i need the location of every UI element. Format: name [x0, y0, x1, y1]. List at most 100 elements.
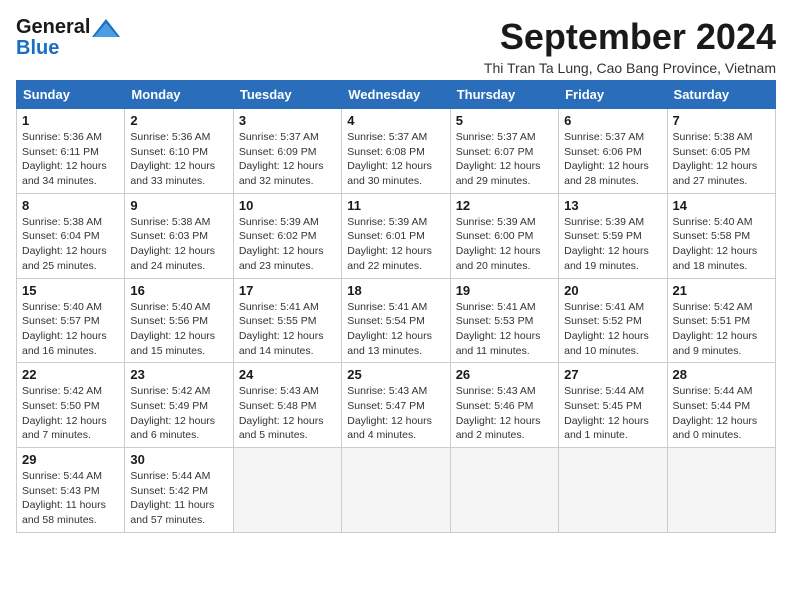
- day-info: Sunrise: 5:44 AMSunset: 5:42 PMDaylight:…: [130, 469, 227, 528]
- day-info: Sunrise: 5:39 AMSunset: 6:02 PMDaylight:…: [239, 215, 336, 274]
- table-row: 12 Sunrise: 5:39 AMSunset: 6:00 PMDayligh…: [450, 193, 558, 278]
- day-info: Sunrise: 5:44 AMSunset: 5:45 PMDaylight:…: [564, 384, 661, 443]
- day-info: Sunrise: 5:43 AMSunset: 5:46 PMDaylight:…: [456, 384, 553, 443]
- col-saturday: Saturday: [667, 81, 775, 109]
- table-row: 8 Sunrise: 5:38 AMSunset: 6:04 PMDaylight…: [17, 193, 125, 278]
- day-info: Sunrise: 5:38 AMSunset: 6:05 PMDaylight:…: [673, 130, 770, 189]
- day-number: 15: [22, 283, 119, 298]
- day-info: Sunrise: 5:39 AMSunset: 6:00 PMDaylight:…: [456, 215, 553, 274]
- day-number: 16: [130, 283, 227, 298]
- calendar-week-2: 8 Sunrise: 5:38 AMSunset: 6:04 PMDaylight…: [17, 193, 776, 278]
- logo-general: General: [16, 16, 90, 39]
- day-number: 9: [130, 198, 227, 213]
- day-info: Sunrise: 5:44 AMSunset: 5:44 PMDaylight:…: [673, 384, 770, 443]
- day-number: 2: [130, 113, 227, 128]
- month-title: September 2024: [484, 16, 776, 58]
- table-row: 10 Sunrise: 5:39 AMSunset: 6:02 PMDayligh…: [233, 193, 341, 278]
- table-row: 14 Sunrise: 5:40 AMSunset: 5:58 PMDayligh…: [667, 193, 775, 278]
- day-info: Sunrise: 5:41 AMSunset: 5:54 PMDaylight:…: [347, 300, 444, 359]
- day-info: Sunrise: 5:37 AMSunset: 6:09 PMDaylight:…: [239, 130, 336, 189]
- day-info: Sunrise: 5:39 AMSunset: 5:59 PMDaylight:…: [564, 215, 661, 274]
- day-info: Sunrise: 5:36 AMSunset: 6:11 PMDaylight:…: [22, 130, 119, 189]
- table-row: 4 Sunrise: 5:37 AMSunset: 6:08 PMDaylight…: [342, 109, 450, 194]
- table-row: 28 Sunrise: 5:44 AMSunset: 5:44 PMDayligh…: [667, 363, 775, 448]
- day-info: Sunrise: 5:40 AMSunset: 5:58 PMDaylight:…: [673, 215, 770, 274]
- table-row: [233, 448, 341, 533]
- table-row: 1 Sunrise: 5:36 AMSunset: 6:11 PMDaylight…: [17, 109, 125, 194]
- day-number: 25: [347, 367, 444, 382]
- table-row: 7 Sunrise: 5:38 AMSunset: 6:05 PMDaylight…: [667, 109, 775, 194]
- day-info: Sunrise: 5:42 AMSunset: 5:50 PMDaylight:…: [22, 384, 119, 443]
- table-row: 11 Sunrise: 5:39 AMSunset: 6:01 PMDayligh…: [342, 193, 450, 278]
- day-number: 5: [456, 113, 553, 128]
- day-info: Sunrise: 5:41 AMSunset: 5:55 PMDaylight:…: [239, 300, 336, 359]
- table-row: 22 Sunrise: 5:42 AMSunset: 5:50 PMDayligh…: [17, 363, 125, 448]
- day-number: 28: [673, 367, 770, 382]
- day-info: Sunrise: 5:36 AMSunset: 6:10 PMDaylight:…: [130, 130, 227, 189]
- col-thursday: Thursday: [450, 81, 558, 109]
- day-info: Sunrise: 5:37 AMSunset: 6:07 PMDaylight:…: [456, 130, 553, 189]
- day-info: Sunrise: 5:43 AMSunset: 5:47 PMDaylight:…: [347, 384, 444, 443]
- day-info: Sunrise: 5:40 AMSunset: 5:57 PMDaylight:…: [22, 300, 119, 359]
- day-info: Sunrise: 5:39 AMSunset: 6:01 PMDaylight:…: [347, 215, 444, 274]
- table-row: [342, 448, 450, 533]
- day-info: Sunrise: 5:37 AMSunset: 6:08 PMDaylight:…: [347, 130, 444, 189]
- day-info: Sunrise: 5:43 AMSunset: 5:48 PMDaylight:…: [239, 384, 336, 443]
- col-wednesday: Wednesday: [342, 81, 450, 109]
- table-row: 23 Sunrise: 5:42 AMSunset: 5:49 PMDayligh…: [125, 363, 233, 448]
- day-info: Sunrise: 5:41 AMSunset: 5:52 PMDaylight:…: [564, 300, 661, 359]
- calendar-week-3: 15 Sunrise: 5:40 AMSunset: 5:57 PMDayligh…: [17, 278, 776, 363]
- calendar-week-5: 29Sunrise: 5:44 AMSunset: 5:43 PMDayligh…: [17, 448, 776, 533]
- col-friday: Friday: [559, 81, 667, 109]
- day-number: 14: [673, 198, 770, 213]
- table-row: 6Sunrise: 5:37 AMSunset: 6:06 PMDaylight…: [559, 109, 667, 194]
- day-number: 27: [564, 367, 661, 382]
- table-row: 27 Sunrise: 5:44 AMSunset: 5:45 PMDayligh…: [559, 363, 667, 448]
- table-row: 5 Sunrise: 5:37 AMSunset: 6:07 PMDaylight…: [450, 109, 558, 194]
- table-row: 18 Sunrise: 5:41 AMSunset: 5:54 PMDayligh…: [342, 278, 450, 363]
- table-row: 25 Sunrise: 5:43 AMSunset: 5:47 PMDayligh…: [342, 363, 450, 448]
- table-row: 26 Sunrise: 5:43 AMSunset: 5:46 PMDayligh…: [450, 363, 558, 448]
- day-info: Sunrise: 5:42 AMSunset: 5:49 PMDaylight:…: [130, 384, 227, 443]
- day-number: 11: [347, 198, 444, 213]
- day-info: Sunrise: 5:37 AMSunset: 6:06 PMDaylight:…: [564, 130, 661, 189]
- calendar-week-4: 22 Sunrise: 5:42 AMSunset: 5:50 PMDayligh…: [17, 363, 776, 448]
- day-number: 7: [673, 113, 770, 128]
- day-info: Sunrise: 5:41 AMSunset: 5:53 PMDaylight:…: [456, 300, 553, 359]
- day-info: Sunrise: 5:40 AMSunset: 5:56 PMDaylight:…: [130, 300, 227, 359]
- table-row: [559, 448, 667, 533]
- day-number: 30: [130, 452, 227, 467]
- logo-icon: [92, 19, 120, 37]
- day-number: 18: [347, 283, 444, 298]
- day-number: 20: [564, 283, 661, 298]
- subtitle: Thi Tran Ta Lung, Cao Bang Province, Vie…: [484, 60, 776, 76]
- title-block: September 2024 Thi Tran Ta Lung, Cao Ban…: [484, 16, 776, 76]
- table-row: 9 Sunrise: 5:38 AMSunset: 6:03 PMDaylight…: [125, 193, 233, 278]
- day-number: 17: [239, 283, 336, 298]
- col-monday: Monday: [125, 81, 233, 109]
- day-number: 21: [673, 283, 770, 298]
- table-row: [450, 448, 558, 533]
- day-number: 10: [239, 198, 336, 213]
- day-info: Sunrise: 5:44 AMSunset: 5:43 PMDaylight:…: [22, 469, 119, 528]
- day-number: 4: [347, 113, 444, 128]
- table-row: 24 Sunrise: 5:43 AMSunset: 5:48 PMDayligh…: [233, 363, 341, 448]
- logo: General Blue: [16, 16, 122, 60]
- calendar-header-row: Sunday Monday Tuesday Wednesday Thursday…: [17, 81, 776, 109]
- table-row: 20 Sunrise: 5:41 AMSunset: 5:52 PMDayligh…: [559, 278, 667, 363]
- day-info: Sunrise: 5:38 AMSunset: 6:04 PMDaylight:…: [22, 215, 119, 274]
- day-number: 22: [22, 367, 119, 382]
- page-header: General Blue September 2024 Thi Tran Ta …: [16, 16, 776, 76]
- calendar-table: Sunday Monday Tuesday Wednesday Thursday…: [16, 80, 776, 533]
- day-number: 1: [22, 113, 119, 128]
- day-number: 24: [239, 367, 336, 382]
- col-sunday: Sunday: [17, 81, 125, 109]
- day-number: 8: [22, 198, 119, 213]
- day-number: 13: [564, 198, 661, 213]
- table-row: 13 Sunrise: 5:39 AMSunset: 5:59 PMDayligh…: [559, 193, 667, 278]
- day-number: 12: [456, 198, 553, 213]
- day-number: 23: [130, 367, 227, 382]
- day-number: 26: [456, 367, 553, 382]
- day-info: Sunrise: 5:38 AMSunset: 6:03 PMDaylight:…: [130, 215, 227, 274]
- table-row: 16 Sunrise: 5:40 AMSunset: 5:56 PMDayligh…: [125, 278, 233, 363]
